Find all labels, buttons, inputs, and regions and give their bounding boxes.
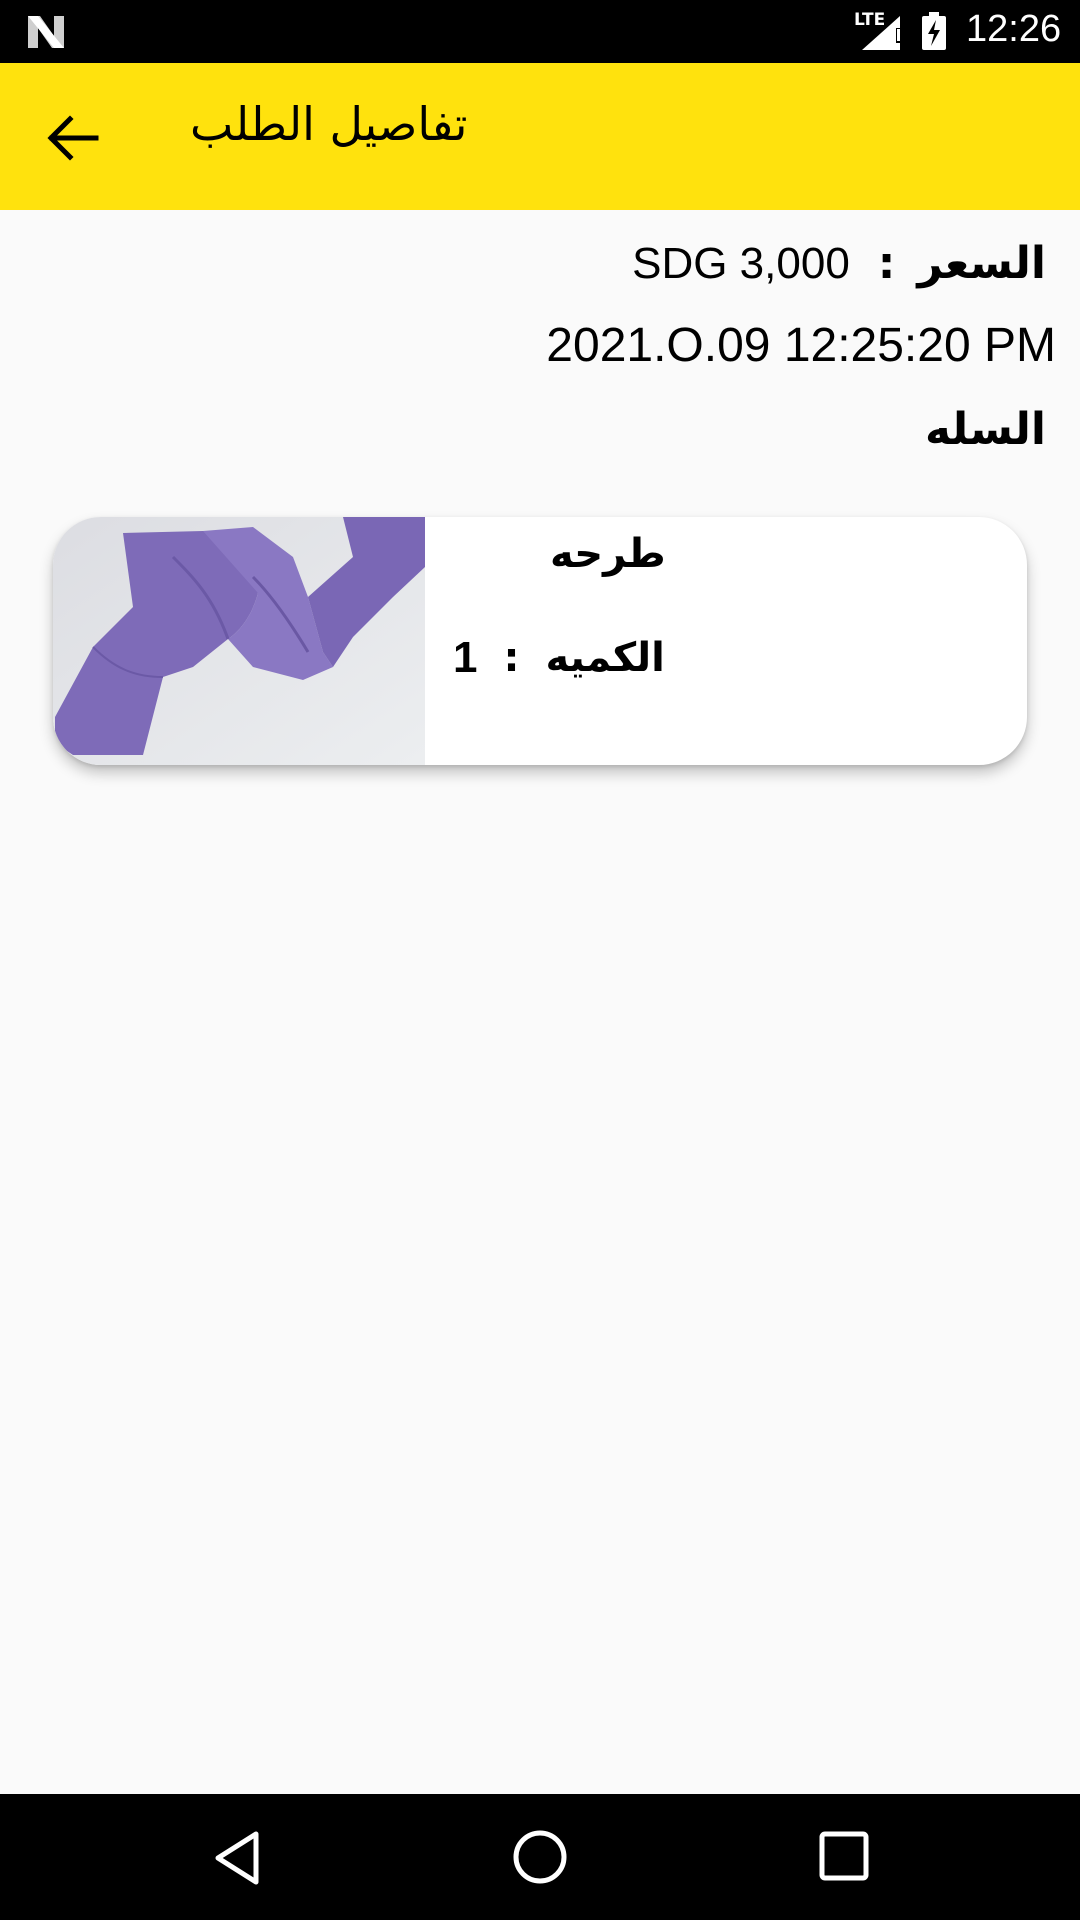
quantity-row: 1 : الكميه [453, 633, 665, 683]
home-circle-icon[interactable] [510, 1827, 570, 1887]
price-colon: : [877, 238, 896, 289]
price-row: السعر : SDG 3,000 [632, 238, 1046, 289]
app-bar: تفاصيل الطلب [0, 63, 1080, 210]
arrow-back-icon[interactable] [38, 105, 108, 171]
item-name: طرحه [550, 531, 666, 577]
page-title: تفاصيل الطلب [190, 97, 468, 151]
cart-item-card[interactable]: طرحه 1 : الكميه [53, 517, 1027, 765]
price-label: السعر [917, 238, 1046, 289]
recents-square-icon[interactable] [818, 1830, 870, 1882]
quantity-value: 1 [453, 633, 478, 682]
quantity-colon: : [503, 635, 520, 681]
status-bar: LTE 12:26 [0, 0, 1080, 63]
order-date: 2021.O.09 12:25:20 PM [546, 319, 1056, 372]
n-logo-icon [28, 16, 64, 48]
product-image [53, 517, 425, 765]
status-clock: 12:26 [966, 8, 1062, 50]
cart-title: السله [924, 404, 1046, 455]
back-triangle-icon[interactable] [210, 1828, 266, 1888]
battery-charging-icon [922, 12, 946, 50]
quantity-label: الكميه [545, 635, 665, 681]
navigation-bar [0, 1794, 1080, 1920]
signal-icon [862, 16, 901, 50]
price-value: SDG 3,000 [632, 238, 850, 288]
